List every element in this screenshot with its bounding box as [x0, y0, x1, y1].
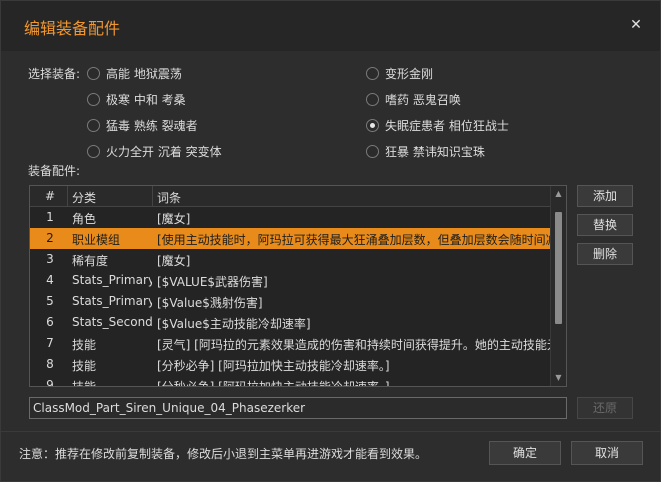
title-bar: 编辑装备配件 ✕ [1, 1, 660, 51]
table-row[interactable]: 9 技能 [分秒必争] [阿玛拉加快主动技能冷却速率。] [30, 375, 550, 387]
row-number-cell: 9 [46, 378, 54, 387]
equipment-radio-option[interactable]: 变形金刚 [366, 64, 433, 82]
table-row[interactable]: 7 技能 [灵气] [阿玛拉的元素效果造成的伤害和持续时间获得提升。她的主动技能元 [30, 333, 550, 354]
row-term-cell: [分秒必争] [阿玛拉加快主动技能冷却速率。] [157, 380, 390, 387]
row-category-cell: 稀有度 [72, 254, 109, 268]
equipment-radio-label: 极寒 中和 考桑 [106, 92, 186, 107]
equipment-radio-label: 高能 地狱震荡 [106, 66, 182, 81]
table-row[interactable]: 5 Stats_Primary [$Value$溅射伤害] [30, 291, 550, 312]
row-term-cell: [灵气] [阿玛拉的元素效果造成的伤害和持续时间获得提升。她的主动技能元 [157, 338, 550, 352]
row-category-cell: 技能 [72, 359, 97, 373]
row-term-cell: [魔女] [157, 254, 191, 268]
row-number-cell: 3 [46, 252, 54, 266]
radio-unchecked-icon[interactable] [366, 92, 379, 106]
row-term-cell: [分秒必争] [阿玛拉加快主动技能冷却速率。] [157, 359, 390, 373]
row-term-cell: [魔女] [157, 212, 191, 226]
cancel-button[interactable]: 取消 [571, 441, 643, 465]
ok-button[interactable]: 确定 [489, 441, 561, 465]
radio-unchecked-icon[interactable] [366, 144, 379, 158]
close-icon[interactable]: ✕ [626, 15, 646, 35]
radio-checked-icon[interactable] [366, 118, 379, 132]
row-number-cell: 1 [46, 210, 54, 224]
equipment-radio-label: 嗜药 恶鬼召唤 [385, 92, 461, 107]
row-category-cell: Stats_Primary [72, 294, 152, 308]
table-row[interactable]: 8 技能 [分秒必争] [阿玛拉加快主动技能冷却速率。] [30, 354, 550, 375]
table-row[interactable]: 3 稀有度 [魔女] [30, 249, 550, 270]
replace-button[interactable]: 替换 [577, 214, 633, 236]
equipment-radio-option[interactable]: 极寒 中和 考桑 [87, 90, 186, 108]
equipment-radio-option[interactable]: 火力全开 沉着 突变体 [87, 142, 222, 160]
row-category-cell: 技能 [72, 338, 97, 352]
row-category-cell: Stats_Primary [72, 273, 152, 287]
scroll-down-arrow-icon[interactable]: ▼ [551, 371, 566, 385]
radio-unchecked-icon[interactable] [87, 118, 100, 132]
row-number-cell: 4 [46, 273, 54, 287]
radio-unchecked-icon[interactable] [87, 66, 100, 80]
equipment-radio-label: 狂暴 禁讳知识宝珠 [385, 144, 485, 159]
equipment-parts-label: 装备配件: [28, 164, 81, 178]
row-number-cell: 5 [46, 294, 54, 308]
equipment-radio-label: 猛毒 熟练 裂魂者 [106, 118, 198, 133]
parts-table: # 分类 词条 1 角色 [魔女] 2 职业模组 [使用主动技能时，阿玛拉可获得最大狂涌叠… [29, 185, 567, 387]
row-term-cell: [$Value$主动技能冷却速率] [157, 317, 311, 331]
column-divider [67, 186, 68, 207]
add-button[interactable]: 添加 [577, 185, 633, 207]
delete-button[interactable]: 删除 [577, 243, 633, 265]
table-row[interactable]: 4 Stats_Primary [$VALUE$武器伤害] [30, 270, 550, 291]
scroll-up-arrow-icon[interactable]: ▲ [551, 187, 566, 201]
row-number-cell: 2 [46, 231, 54, 245]
equipment-radio-label: 失眠症患者 相位狂战士 [385, 118, 509, 133]
row-number-cell: 7 [46, 336, 54, 350]
equipment-radio-label: 火力全开 沉着 突变体 [106, 144, 222, 159]
equipment-radio-option[interactable]: 狂暴 禁讳知识宝珠 [366, 142, 485, 160]
edit-equipment-parts-dialog: 编辑装备配件 ✕ 选择装备: 高能 地狱震荡 极寒 中和 考桑 猛毒 熟练 裂魂者火… [0, 0, 661, 482]
restore-button: 还原 [577, 397, 633, 419]
table-header: # 分类 词条 [30, 186, 566, 207]
row-category-cell: 角色 [72, 212, 97, 226]
table-body: 1 角色 [魔女] 2 职业模组 [使用主动技能时，阿玛拉可获得最大狂涌叠加层数，但叠加层… [30, 207, 550, 387]
row-category-cell: 职业模组 [72, 233, 121, 247]
table-row[interactable]: 6 Stats_Seconda [$Value$主动技能冷却速率] [30, 312, 550, 333]
part-id-field[interactable]: ClassMod_Part_Siren_Unique_04_Phasezerke… [29, 397, 567, 419]
row-category-cell: Stats_Seconda [72, 315, 152, 329]
table-row[interactable]: 2 职业模组 [使用主动技能时，阿玛拉可获得最大狂涌叠加层数，但叠加层数会随时间减 [30, 228, 550, 249]
dialog-title: 编辑装备配件 [24, 19, 121, 38]
table-row[interactable]: 1 角色 [魔女] [30, 207, 550, 228]
scrollbar-thumb[interactable] [555, 212, 562, 324]
column-header-number[interactable]: # [45, 189, 55, 203]
row-term-cell: [$VALUE$武器伤害] [157, 275, 268, 289]
note-text: 注意：推荐在修改前复制装备，修改后小退到主菜单再进游戏才能看到效果。 [19, 447, 428, 461]
equipment-radio-option[interactable]: 嗜药 恶鬼召唤 [366, 90, 461, 108]
row-category-cell: 技能 [72, 380, 97, 387]
radio-unchecked-icon[interactable] [87, 144, 100, 158]
vertical-scrollbar[interactable]: ▲ ▼ [550, 186, 566, 386]
row-term-cell: [使用主动技能时，阿玛拉可获得最大狂涌叠加层数，但叠加层数会随时间减 [157, 233, 550, 247]
row-number-cell: 6 [46, 315, 54, 329]
equipment-radio-label: 变形金刚 [385, 66, 434, 81]
radio-unchecked-icon[interactable] [87, 92, 100, 106]
equipment-radio-option[interactable]: 失眠症患者 相位狂战士 [366, 116, 509, 134]
column-divider [152, 186, 153, 207]
radio-unchecked-icon[interactable] [366, 66, 379, 80]
equipment-radio-option[interactable]: 高能 地狱震荡 [87, 64, 182, 82]
footer-divider [1, 431, 660, 432]
column-header-term[interactable]: 词条 [157, 189, 181, 206]
row-term-cell: [$Value$溅射伤害] [157, 296, 263, 310]
column-header-category[interactable]: 分类 [72, 189, 96, 206]
select-equipment-label: 选择装备: [28, 67, 81, 81]
row-number-cell: 8 [46, 357, 54, 371]
equipment-radio-option[interactable]: 猛毒 熟练 裂魂者 [87, 116, 198, 134]
